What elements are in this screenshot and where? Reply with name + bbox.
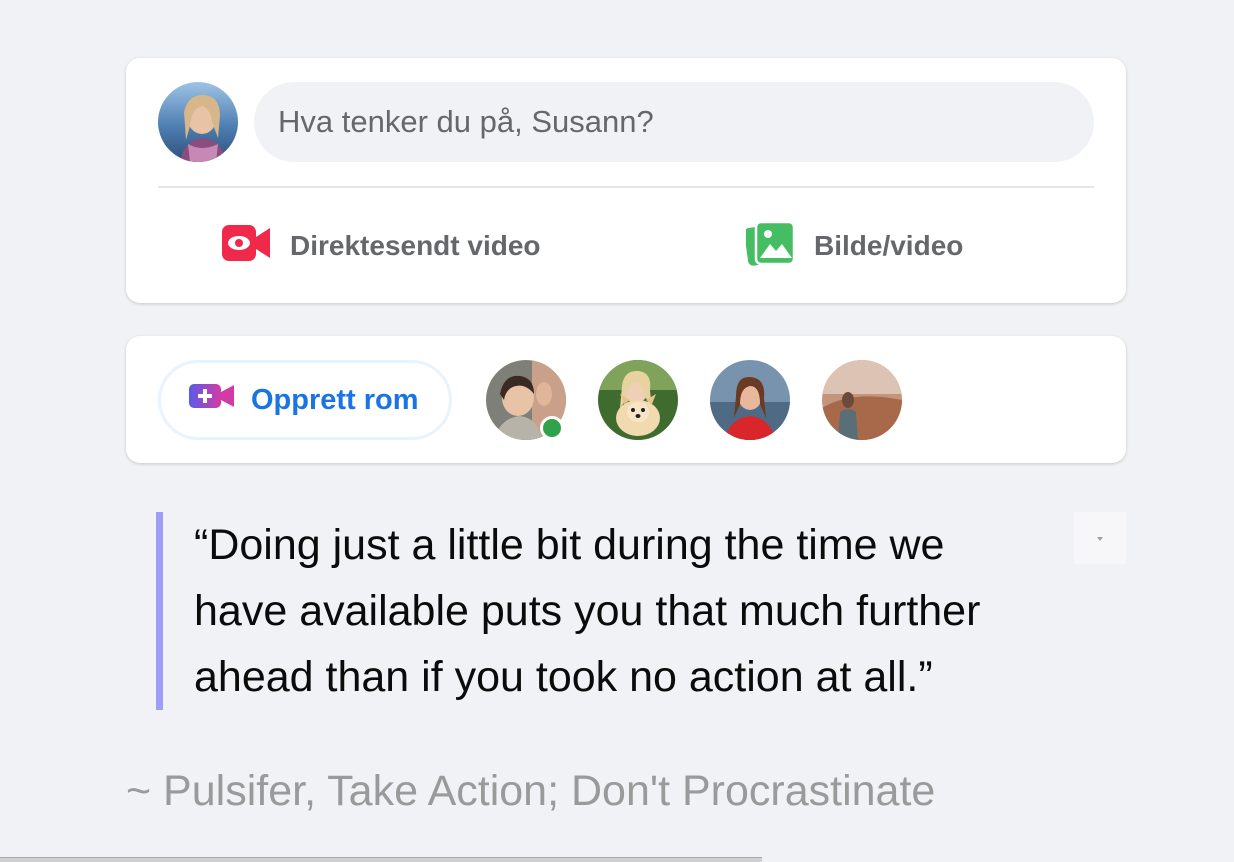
composer-divider (158, 186, 1094, 188)
photo-video-label: Bilde/video (814, 230, 964, 261)
photo-video-button[interactable]: Bilde/video (744, 216, 964, 276)
contact-avatar[interactable] (710, 360, 790, 440)
create-room-button[interactable]: Opprett rom (158, 360, 452, 440)
online-status-indicator (540, 416, 564, 440)
quote-line: “Doing just a little bit during the time… (194, 521, 945, 569)
caret-down-icon (1096, 529, 1104, 547)
live-video-icon (222, 223, 272, 270)
quote-menu-button[interactable] (1074, 512, 1126, 564)
live-video-label: Direktesendt video (290, 230, 541, 261)
post-composer-card: Hva tenker du på, Susann? Direktesendt v… (126, 58, 1126, 303)
quote-accent-bar (156, 512, 163, 710)
create-room-label: Opprett rom (251, 383, 419, 416)
user-avatar[interactable] (158, 82, 238, 162)
bottom-scroll-edge (0, 857, 762, 862)
live-video-button[interactable]: Direktesendt video (222, 216, 541, 276)
contact-avatar[interactable] (598, 360, 678, 440)
composer-placeholder: Hva tenker du på, Susann? (278, 104, 654, 139)
quote-text: “Doing just a little bit during the time… (194, 512, 1064, 710)
quote-line: ahead than if you took no action at all.… (194, 653, 933, 701)
create-room-icon (189, 382, 235, 418)
quote-attribution: ~ Pulsifer, Take Action; Don't Procrasti… (126, 767, 936, 815)
quote-line: have available puts you that much furthe… (194, 587, 981, 635)
whats-on-your-mind-input[interactable]: Hva tenker du på, Susann? (254, 82, 1094, 162)
photo-video-icon (744, 220, 796, 273)
contact-avatar[interactable] (822, 360, 902, 440)
rooms-card: Opprett rom (126, 336, 1126, 463)
